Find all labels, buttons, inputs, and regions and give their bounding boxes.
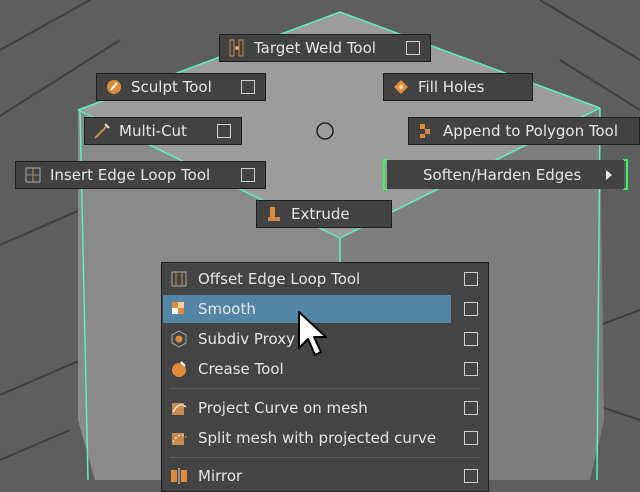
- offset-edge-loop-icon: [170, 270, 188, 288]
- extrude-button[interactable]: Extrude: [256, 200, 392, 228]
- offset-edge-loop-option-box[interactable]: [464, 272, 478, 286]
- smooth-option-box[interactable]: [464, 302, 478, 316]
- subdiv-proxy-option-box[interactable]: [464, 332, 478, 346]
- target-weld-tool-button[interactable]: Target Weld Tool: [219, 34, 431, 62]
- project-curve-icon: [170, 399, 188, 417]
- context-menu: Offset Edge Loop Tool Smooth Subdiv Prox…: [161, 262, 489, 492]
- fill-holes-label: Fill Holes: [418, 78, 485, 96]
- crease-option-box[interactable]: [464, 362, 478, 376]
- sculpt-option-box[interactable]: [241, 80, 255, 94]
- multi-cut-icon: [93, 122, 111, 140]
- menu-item-mirror[interactable]: Mirror: [162, 461, 488, 491]
- insert-edge-loop-button[interactable]: Insert Edge Loop Tool: [15, 161, 266, 189]
- insert-edge-loop-label: Insert Edge Loop Tool: [50, 166, 211, 184]
- insert-edge-loop-icon: [24, 166, 42, 184]
- mirror-option-box[interactable]: [464, 469, 478, 483]
- menu-item-split-mesh[interactable]: Split mesh with projected curve: [162, 423, 488, 453]
- mouse-cursor-icon: [298, 311, 327, 356]
- extrude-icon: [265, 205, 283, 223]
- fill-holes-button[interactable]: Fill Holes: [383, 73, 533, 101]
- sculpt-tool-label: Sculpt Tool: [131, 78, 212, 96]
- multi-cut-option-box[interactable]: [217, 124, 231, 138]
- append-polygon-label: Append to Polygon Tool: [443, 122, 618, 140]
- split-mesh-option-box[interactable]: [464, 431, 478, 445]
- sculpt-icon: [105, 78, 123, 96]
- menu-separator: [170, 388, 480, 389]
- split-mesh-icon: [170, 429, 188, 447]
- smooth-icon: [170, 300, 188, 318]
- append-polygon-button[interactable]: Append to Polygon Tool: [408, 117, 640, 145]
- soften-harden-edges-button[interactable]: Soften/Harden Edges: [383, 159, 628, 190]
- append-polygon-icon: [417, 122, 435, 140]
- submenu-arrow-icon: [606, 169, 612, 180]
- extrude-label: Extrude: [291, 205, 350, 223]
- crease-icon: [170, 360, 188, 378]
- menu-item-project-curve[interactable]: Project Curve on mesh: [162, 393, 488, 423]
- subdiv-proxy-icon: [170, 330, 188, 348]
- multi-cut-button[interactable]: Multi-Cut: [84, 117, 242, 145]
- sculpt-tool-button[interactable]: Sculpt Tool: [96, 73, 266, 101]
- insert-edge-loop-option-box[interactable]: [241, 168, 255, 182]
- mirror-icon: [170, 467, 188, 485]
- soften-harden-label: Soften/Harden Edges: [423, 165, 582, 184]
- menu-separator: [170, 457, 480, 458]
- target-weld-tool-label: Target Weld Tool: [254, 39, 376, 57]
- multi-cut-label: Multi-Cut: [119, 122, 187, 140]
- target-weld-icon: [228, 39, 246, 57]
- menu-item-offset-edge-loop[interactable]: Offset Edge Loop Tool: [162, 264, 488, 294]
- fill-holes-icon: [392, 78, 410, 96]
- project-curve-option-box[interactable]: [464, 401, 478, 415]
- target-weld-option-box[interactable]: [406, 41, 420, 55]
